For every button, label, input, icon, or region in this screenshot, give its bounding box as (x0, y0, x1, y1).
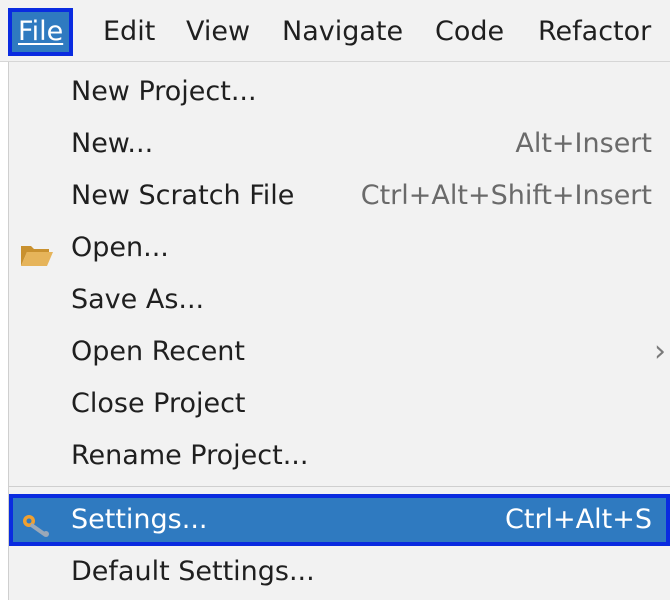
menu-file-label: File (18, 16, 64, 47)
menu-refactor[interactable]: Refactor (538, 12, 651, 52)
menu-item-new[interactable]: New... Alt+Insert (9, 118, 670, 170)
menu-navigate-label: Navigate (282, 16, 404, 47)
menu-separator (9, 486, 670, 487)
menu-edit[interactable]: Edit (103, 12, 155, 52)
menu-view-label: View (186, 16, 251, 47)
menu-code[interactable]: Code (435, 12, 504, 52)
menu-item-open-recent[interactable]: Open Recent › (9, 326, 670, 378)
menu-item-label: Default Settings... (71, 556, 315, 587)
menu-item-save-as[interactable]: Save As... (9, 274, 670, 326)
menu-edit-label: Edit (103, 16, 156, 47)
menu-item-new-scratch-file[interactable]: New Scratch File Ctrl+Alt+Shift+Insert (9, 170, 670, 222)
menu-item-label: Save As... (71, 284, 205, 315)
menu-item-label: Open Recent (71, 336, 246, 367)
folder-icon (19, 234, 55, 266)
menu-item-label: New Project... (71, 76, 257, 107)
menu-item-label: New Scratch File (71, 180, 295, 211)
menu-item-label: Close Project (71, 388, 246, 419)
menu-bar: File Edit View Navigate Code Refactor (0, 0, 670, 62)
menu-item-label: Open... (71, 232, 169, 263)
menu-item-shortcut: Ctrl+Alt+S (505, 504, 652, 535)
menu-item-rename-project[interactable]: Rename Project... (9, 430, 670, 482)
menu-item-settings[interactable]: Settings... Ctrl+Alt+S (9, 494, 670, 546)
menu-item-default-settings[interactable]: Default Settings... (9, 546, 670, 598)
menu-navigate[interactable]: Navigate (282, 12, 403, 52)
menu-file[interactable]: File (7, 8, 74, 56)
menu-item-new-project[interactable]: New Project... (9, 66, 670, 118)
menu-item-shortcut: Alt+Insert (515, 128, 652, 159)
menu-code-label: Code (435, 16, 505, 47)
menu-view[interactable]: View (186, 12, 250, 52)
menu-item-label: Settings... (71, 504, 208, 535)
menu-item-shortcut: Ctrl+Alt+Shift+Insert (360, 180, 652, 211)
menu-item-open[interactable]: Open... (9, 222, 670, 274)
file-menu-dropdown: New Project... New... Alt+Insert New Scr… (8, 62, 670, 600)
menu-item-close-project[interactable]: Close Project (9, 378, 670, 430)
menu-refactor-label: Refactor (538, 16, 652, 47)
menu-item-label: Rename Project... (71, 440, 309, 471)
chevron-right-icon: › (654, 334, 666, 369)
menu-item-label: New... (71, 128, 154, 159)
settings-wrench-icon (19, 506, 55, 537)
